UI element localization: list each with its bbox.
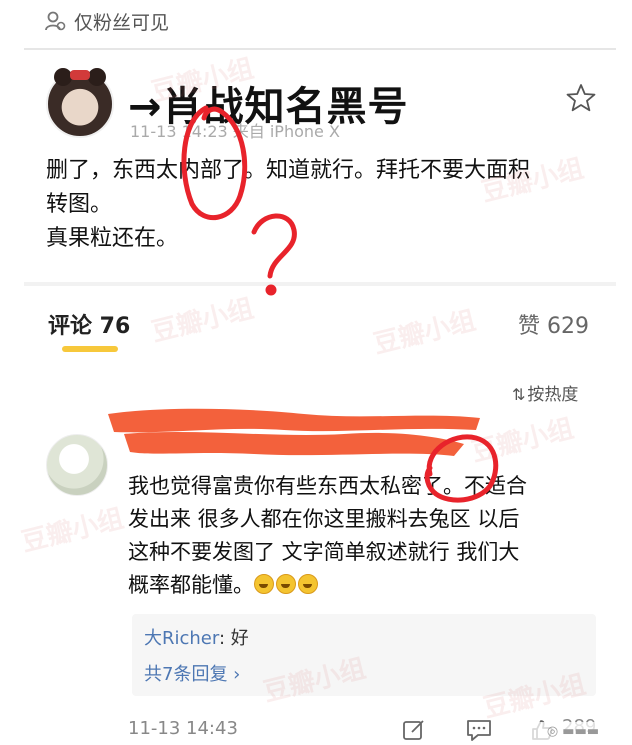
fans-only-icon (45, 11, 66, 31)
comment-line: 这种不要发图了 文字简单叙述就行 我们大 (128, 540, 520, 564)
share-icon[interactable] (402, 718, 426, 742)
comment-line: 我也觉得富贵你有些东西太私密了。不适合 (128, 474, 527, 498)
active-tab-indicator (62, 346, 118, 352)
visibility-row: 仅粉丝可见 (0, 0, 632, 42)
sort-label: 按热度 (527, 385, 579, 405)
reply-text: : 好 (218, 628, 249, 649)
post-body: 删了，东西太内部了。知道就行。拜托不要大面积 转图。 真果粒还在。 (46, 154, 606, 256)
visibility-label: 仅粉丝可见 (74, 12, 170, 34)
laugh-emoji-icon (276, 574, 296, 594)
laugh-emoji-icon (298, 574, 318, 594)
reply-item: 大Richer: 好 (144, 624, 249, 650)
post-author-avatar[interactable] (46, 68, 114, 138)
comment-time: 11-13 14:43 (128, 718, 238, 739)
star-icon[interactable] (565, 82, 597, 114)
watermark: 豆瓣小组 (370, 305, 479, 361)
comment-line-last: 概率都能懂。 (128, 569, 604, 602)
laugh-emoji-icon (254, 574, 274, 594)
more-replies-link[interactable]: 共7条回复 › (144, 660, 240, 686)
redacted-username (108, 408, 480, 456)
replies-box[interactable]: 大Richer: 好 共7条回复 › (132, 614, 596, 696)
sort-button[interactable]: ⇅ 按热度 (512, 380, 578, 405)
comment-line: 发出来 很多人都在你这里搬料去兔区 以后 (128, 507, 520, 531)
tab-likes[interactable]: 赞 629 (518, 308, 589, 340)
post-body-line: 真果粒还在。 (46, 226, 179, 251)
comment-body: 我也觉得富贵你有些东西太私密了。不适合 发出来 很多人都在你这里搬料去兔区 以后… (128, 470, 604, 602)
corner-watermark-icon: ◎ ▬▬▬ (518, 722, 628, 742)
watermark: 豆瓣小组 (148, 293, 257, 349)
sort-icon: ⇅ (512, 385, 526, 404)
comment-icon[interactable] (466, 718, 492, 742)
post-body-line: 转图。 (46, 192, 113, 217)
reply-author[interactable]: 大Richer (144, 628, 219, 649)
divider (24, 48, 616, 50)
commenter-avatar[interactable] (46, 434, 108, 496)
screenshot-frame: 仅粉丝可见 11-13 14:23 来自 iPhone X →肖战知名黑号 删了… (0, 0, 632, 745)
comment-line: 概率都能懂。 (128, 573, 254, 597)
author-annotation: →肖战知名黑号 (128, 84, 409, 130)
tab-comments[interactable]: 评论 76 (48, 308, 130, 340)
watermark: 豆瓣小组 (18, 503, 127, 559)
card-divider (24, 282, 616, 286)
post-body-line: 删了，东西太内部了。知道就行。拜托不要大面积 (46, 158, 531, 183)
